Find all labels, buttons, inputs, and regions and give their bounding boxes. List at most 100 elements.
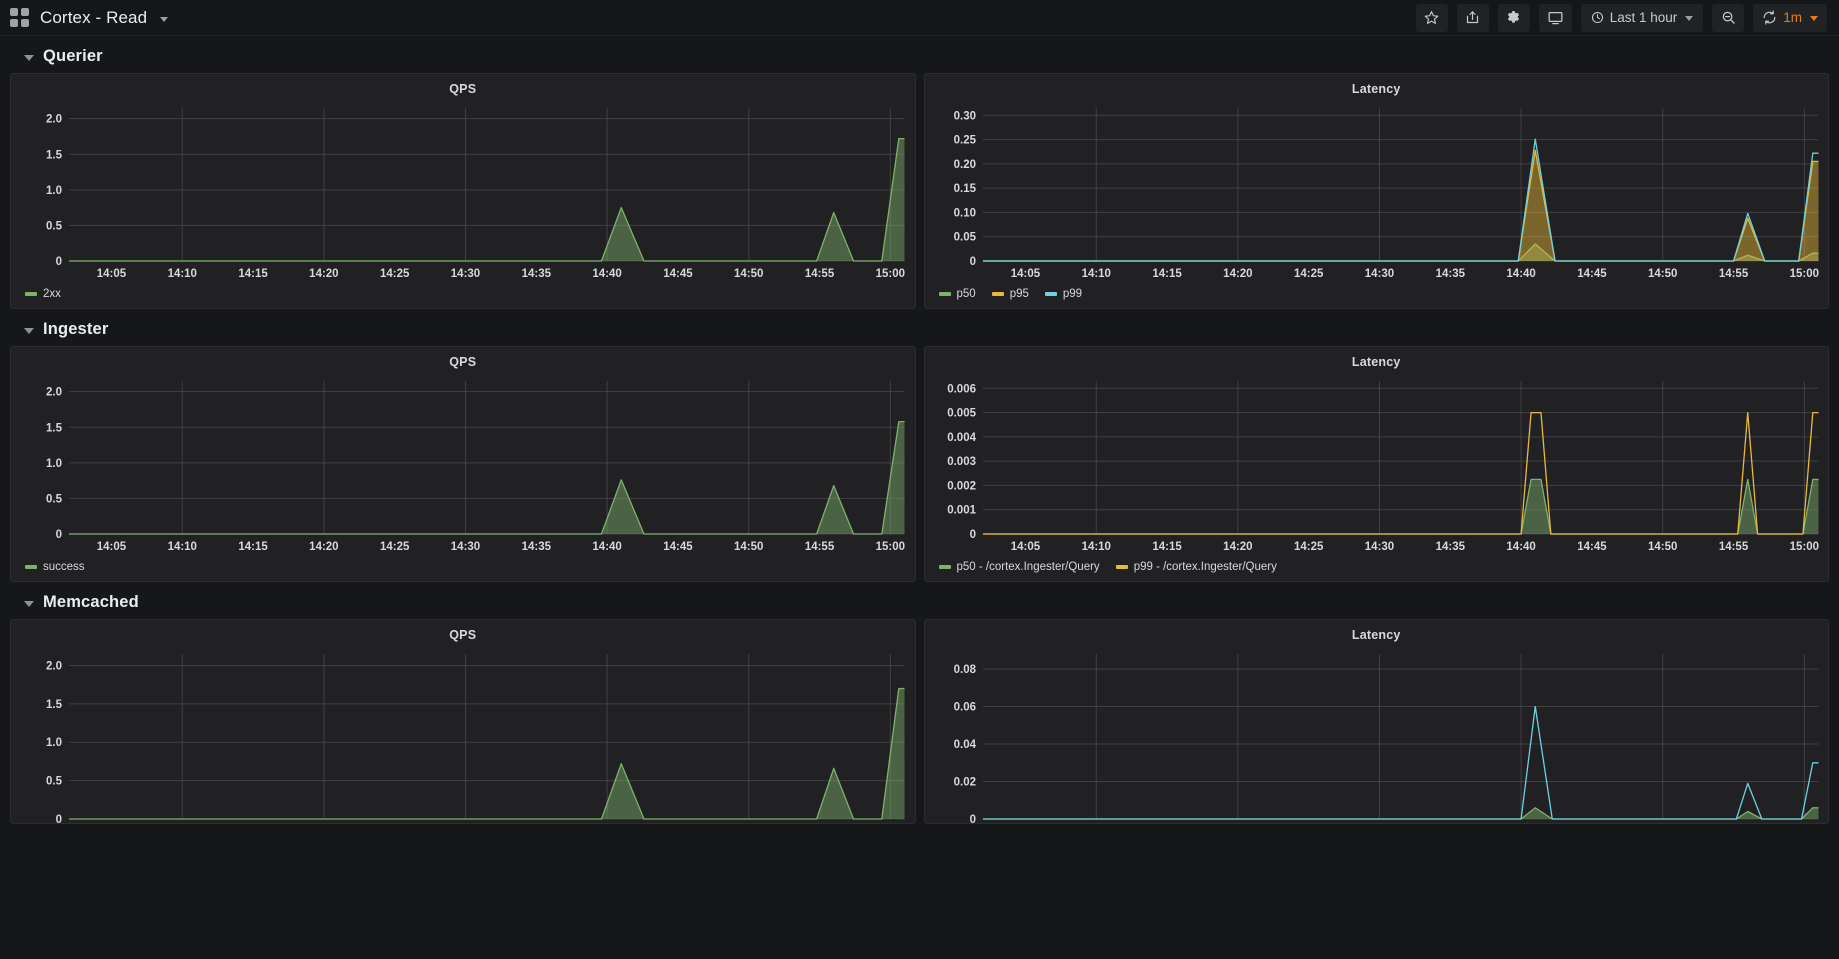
legend-label: p99 - /cortex.Ingester/Query: [1133, 561, 1277, 573]
legend-item[interactable]: p99 - /cortex.Ingester/Query: [1115, 561, 1277, 573]
chevron-down-icon[interactable]: [24, 54, 34, 61]
series-line: [982, 807, 1819, 820]
dashboard-settings-button[interactable]: [1497, 3, 1530, 32]
legend-querier-qps: 2xx: [11, 285, 915, 308]
x-axis-tick-label: 14:45: [1577, 268, 1607, 280]
series-line: [982, 705, 1819, 820]
x-axis-tick-label: 14:15: [238, 268, 268, 280]
panel-title[interactable]: Latency: [925, 620, 1829, 644]
grid-logo-icon[interactable]: [10, 8, 29, 27]
x-axis-tick-label: 14:25: [380, 268, 410, 280]
share-icon: [1467, 11, 1479, 24]
mark-favorite-button[interactable]: [1415, 3, 1448, 32]
y-axis-tick-label: 0.5: [46, 776, 63, 788]
x-axis-tick-label: 14:35: [522, 541, 552, 553]
panel-row-memcached: QPS 0 0.5 1.0 1.5 2.0 Latency 0 0.02 0.04 0.06 0…: [10, 619, 1829, 824]
series-area: [68, 688, 905, 819]
chart-memcached-qps[interactable]: 0 0.5 1.0 1.5 2.0: [11, 644, 915, 823]
row-header-memcached[interactable]: Memcached: [10, 585, 1829, 619]
chart-querier-latency[interactable]: 0 0.05 0.10 0.15 0.20 0.25 0.30 14:05 14:10 14:15…: [925, 98, 1829, 285]
chart-ingester-qps[interactable]: 0 0.5 1.0 1.5 2.0 14:05 14:10 14:15 14:20 14:25 14…: [11, 371, 915, 558]
refresh-picker[interactable]: 1m: [1753, 3, 1827, 32]
series-line: [982, 411, 1819, 535]
y-axis-tick-label: 0: [969, 256, 975, 268]
x-axis-tick-label: 14:45: [663, 268, 693, 280]
legend-querier-latency: p50 p95 p99: [925, 285, 1829, 308]
chart-svg: 0 0.001 0.002 0.003 0.004 0.005 0.006 14:05 14:1…: [947, 381, 1819, 553]
chart-ingester-latency[interactable]: 0 0.001 0.002 0.003 0.004 0.005 0.006 14:05 14:1…: [925, 371, 1829, 558]
navbar-left-group: Cortex - Read: [10, 8, 169, 28]
legend-label: p50 - /cortex.Ingester/Query: [956, 561, 1100, 573]
series-area: [982, 807, 1819, 819]
y-axis-tick-label: 0: [56, 529, 62, 541]
x-axis-tick-label: 14:25: [1294, 268, 1324, 280]
y-axis-tick-label: 0.06: [953, 701, 975, 713]
y-axis-tick-label: 0.15: [953, 183, 976, 195]
legend-color-swatch: [25, 292, 37, 296]
x-axis-tick-label: 14:30: [1364, 541, 1393, 553]
y-axis-tick-label: 1.5: [46, 699, 63, 711]
page-title[interactable]: Cortex - Read: [40, 8, 147, 28]
chevron-down-icon: [1685, 16, 1694, 21]
legend-item[interactable]: p99: [1044, 288, 1083, 300]
legend-ingester-latency: p50 - /cortex.Ingester/Query p99 - /corte…: [925, 558, 1829, 581]
series-line: [982, 149, 1819, 262]
x-axis-tick-label: 14:10: [168, 268, 197, 280]
legend-color-swatch: [25, 565, 37, 569]
x-axis-tick-label: 14:45: [1577, 541, 1607, 553]
y-axis-tick-label: 0.30: [953, 110, 975, 122]
x-axis-tick-label: 14:05: [1010, 268, 1040, 280]
chart-querier-qps[interactable]: 0 0.5 1.0 1.5 2.0 14:05 14:10 14:15 14:20 14:25 14…: [11, 98, 915, 285]
y-axis-tick-label: 2.0: [46, 387, 62, 399]
legend-item[interactable]: p50: [938, 288, 976, 300]
series-line: [68, 687, 905, 820]
y-axis-tick-label: 0.006: [947, 383, 976, 395]
chevron-down-icon[interactable]: [24, 600, 34, 607]
legend-item[interactable]: 2xx: [25, 288, 61, 300]
x-axis-tick-label: 14:30: [451, 268, 480, 280]
panel-ingester-qps: QPS 0 0.5 1.0 1.5 2.0 14:05 14:10 14:15 14:20 14:…: [10, 346, 916, 582]
gear-icon: [1508, 10, 1520, 23]
legend-item[interactable]: success: [25, 561, 85, 573]
legend-color-swatch: [938, 292, 951, 296]
x-axis-tick-label: 14:20: [309, 541, 338, 553]
legend-label: p99: [1062, 288, 1083, 300]
y-axis-tick-label: 0.10: [953, 207, 975, 219]
panel-title[interactable]: QPS: [11, 74, 915, 98]
chart-svg: 0 0.5 1.0 1.5 2.0 14:05 14:10 14:15 14:20 14:25 14…: [46, 381, 905, 553]
x-axis-tick-label: 14:20: [309, 268, 338, 280]
legend-item[interactable]: p50 - /cortex.Ingester/Query: [938, 561, 1100, 573]
x-axis-tick-label: 14:55: [1718, 268, 1748, 280]
row-header-ingester[interactable]: Ingester: [10, 312, 1829, 346]
panel-title[interactable]: Latency: [925, 74, 1829, 98]
row-header-querier[interactable]: Querier: [10, 39, 1829, 73]
x-axis-tick-label: 14:55: [805, 268, 835, 280]
y-axis-tick-label: 0.04: [953, 739, 976, 751]
y-axis-tick-label: 0.005: [947, 408, 976, 420]
series-area: [68, 421, 905, 534]
chevron-down-icon[interactable]: [24, 327, 34, 334]
legend-item[interactable]: p95: [991, 288, 1029, 300]
x-axis-tick-label: 14:50: [1648, 268, 1677, 280]
chevron-down-icon[interactable]: [160, 16, 169, 22]
x-axis-tick-label: 14:35: [1435, 268, 1465, 280]
panel-title[interactable]: Latency: [925, 347, 1829, 371]
y-axis-tick-label: 0: [969, 529, 975, 541]
x-axis-tick-label: 15:00: [1789, 268, 1818, 280]
share-dashboard-button[interactable]: [1456, 3, 1489, 32]
zoom-out-time-button[interactable]: [1712, 3, 1745, 32]
y-axis-tick-label: 0.5: [46, 493, 63, 505]
panel-title[interactable]: QPS: [11, 347, 915, 371]
series-line: [68, 137, 905, 262]
y-axis-tick-label: 0.001: [947, 505, 976, 517]
chart-memcached-latency[interactable]: 0 0.02 0.04 0.06 0.08: [925, 644, 1829, 823]
x-axis-tick-label: 14:50: [734, 268, 763, 280]
y-axis-tick-label: 0.02: [953, 776, 975, 788]
y-axis-tick-label: 0: [969, 814, 975, 823]
x-axis-tick-label: 14:25: [380, 541, 410, 553]
y-axis-tick-label: 0: [56, 814, 62, 823]
panel-title[interactable]: QPS: [11, 620, 915, 644]
cycle-view-mode-button[interactable]: [1538, 3, 1572, 32]
legend-color-swatch: [991, 292, 1004, 296]
time-range-picker[interactable]: Last 1 hour: [1580, 3, 1704, 32]
